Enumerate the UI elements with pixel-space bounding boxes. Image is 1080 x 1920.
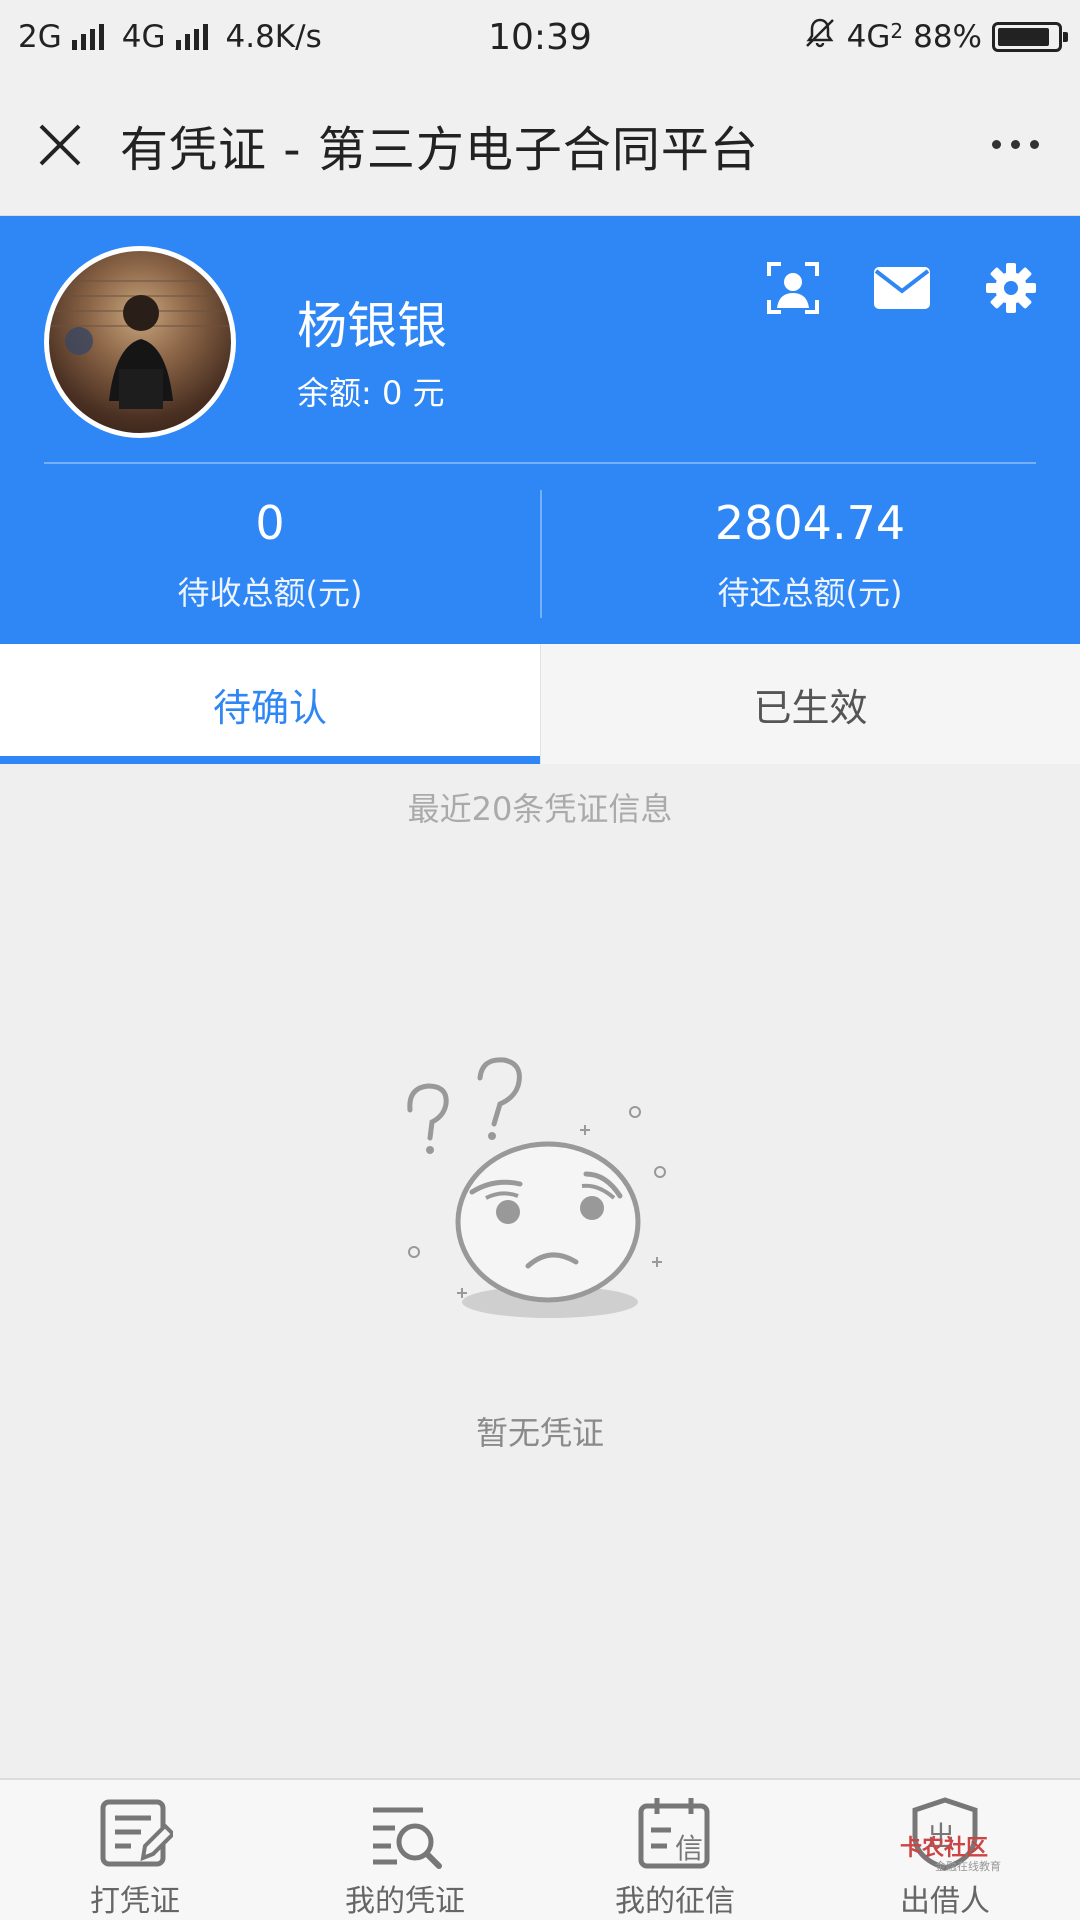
network-4g-right-label: 4G: [846, 19, 891, 55]
nav-my-vouchers[interactable]: 我的凭证: [270, 1780, 540, 1920]
avatar-photo-icon: [49, 280, 231, 409]
status-left: 2G 4G 4.8K/s: [18, 19, 322, 55]
close-button[interactable]: [0, 74, 120, 216]
voucher-tabs: 待确认 已生效: [0, 644, 1080, 764]
header-divider: [44, 462, 1036, 464]
settings-button[interactable]: [981, 260, 1041, 316]
tab-pending[interactable]: 待确认: [0, 644, 540, 764]
battery-icon: [992, 22, 1068, 52]
nav-lender-label: 出借人: [900, 1884, 990, 1919]
title-bar: 有凭证 - 第三方电子合同平台: [0, 74, 1080, 216]
more-dot-icon: [1010, 140, 1020, 149]
empty-state-text: 暂无凭证: [475, 1414, 604, 1452]
user-name: 杨银银: [297, 297, 447, 355]
stat-receivable[interactable]: 0 待收总额(元): [0, 496, 540, 614]
network-speed: 4.8K/s: [225, 19, 322, 55]
signal-icon: [71, 24, 104, 50]
nav-create-voucher[interactable]: 打凭证: [0, 1780, 270, 1920]
stat-receivable-value: 0: [255, 496, 285, 550]
stat-repayable-label: 待还总额(元): [717, 574, 903, 612]
status-bar: 2G 4G 4.8K/s 10:39 4G 2 88%: [0, 0, 1080, 74]
calendar-credit-icon: 信: [635, 1796, 715, 1872]
network-4g-label: 4G: [121, 19, 166, 55]
network-4g-right: 4G 2: [847, 19, 903, 55]
pen-document-icon: [95, 1796, 175, 1872]
list-search-icon: [365, 1796, 445, 1872]
more-dot-icon: [1029, 140, 1039, 149]
stat-receivable-label: 待收总额(元): [177, 574, 363, 612]
battery-percent: 88%: [913, 19, 982, 55]
close-icon: [39, 124, 81, 165]
network-4g-right-sub: 2: [890, 19, 904, 43]
battery-fill: [998, 28, 1050, 46]
network-2g-label: 2G: [18, 19, 62, 55]
recent-vouchers-note: 最近20条凭证信息: [407, 790, 673, 828]
stat-repayable-value: 2804.74: [714, 496, 906, 550]
watermark-subtitle: 金融在线教育: [935, 1860, 1001, 1873]
status-right: 4G 2 88%: [803, 16, 1068, 58]
nav-my-credit[interactable]: 信 我的征信: [540, 1780, 810, 1920]
nav-create-voucher-label: 打凭证: [90, 1884, 180, 1919]
avatar[interactable]: [44, 246, 236, 438]
profile-header: 杨银银 余额: 0 元 0 待收总额(元) 2804.74 待还总额(元): [0, 216, 1080, 644]
stat-repayable[interactable]: 2804.74 待还总额(元): [540, 496, 1080, 614]
page-title: 有凭证 - 第三方电子合同平台: [120, 121, 759, 178]
user-scan-icon: [767, 262, 819, 314]
svg-text:信: 信: [675, 1832, 703, 1865]
gear-icon: [986, 263, 1036, 313]
messages-button[interactable]: [872, 260, 932, 316]
nav-my-vouchers-label: 我的凭证: [345, 1884, 465, 1919]
more-dot-icon: [991, 140, 1001, 149]
verify-identity-button[interactable]: [763, 260, 823, 316]
nav-my-credit-label: 我的征信: [615, 1884, 735, 1919]
mute-bell-icon: [803, 16, 837, 58]
signal-icon: [175, 24, 208, 50]
empty-confused-face-icon: [390, 1050, 690, 1330]
more-button[interactable]: [950, 74, 1080, 216]
tab-effective[interactable]: 已生效: [540, 644, 1080, 764]
mail-icon: [874, 267, 930, 309]
balance-text: 余额: 0 元: [297, 374, 445, 412]
